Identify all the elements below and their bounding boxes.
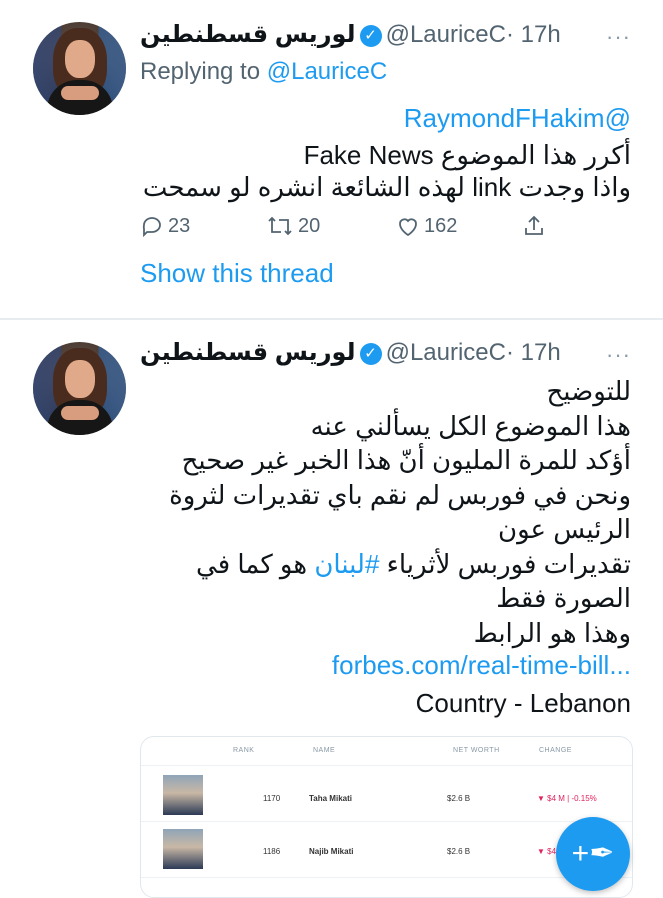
name-cell: Taha Mikati <box>309 794 352 803</box>
reply-button[interactable]: 23 <box>140 214 190 238</box>
col-header-change: CHANGE <box>539 747 572 754</box>
rank-cell: 1170 <box>263 794 281 803</box>
retweet-count: 20 <box>298 214 321 237</box>
person-photo <box>163 829 203 869</box>
verified-badge-icon: ✓ <box>359 343 382 365</box>
hashtag-link[interactable]: #لبنان <box>314 549 379 579</box>
reply-icon <box>142 217 161 238</box>
replying-label: Replying to <box>140 58 261 85</box>
tweet-text: أكرر هذا الموضوع Fake News واذا وجدت lin… <box>143 139 631 203</box>
replying-to: Replying to @LauriceC <box>140 58 387 86</box>
more-options-icon[interactable]: ··· <box>606 342 631 368</box>
tweet-line: أكرر هذا الموضوع Fake News <box>303 140 631 170</box>
tweet-header: لوريس قسطنطين ✓ @LauriceC· 17h <box>140 338 647 372</box>
country-line: Country - Lebanon <box>415 688 631 718</box>
col-header-name: NAME <box>313 747 336 754</box>
show-thread-link[interactable]: Show this thread <box>140 258 334 289</box>
row-divider <box>141 821 632 822</box>
author-handle[interactable]: @LauriceC <box>386 21 506 48</box>
avatar[interactable] <box>33 342 126 435</box>
change-cell: ▼ $4 M | -0.15% <box>537 794 597 803</box>
tweet-time[interactable]: · 17h <box>506 339 561 366</box>
tweet-line: للتوضيح <box>546 376 631 406</box>
tweet-line: ونحن في فوربس لم نقم باي تقديرات لثروة <box>169 479 631 510</box>
like-button[interactable]: 162 <box>396 214 457 238</box>
tweet-line: وهذا هو الرابط <box>473 617 631 648</box>
author-name[interactable]: لوريس قسطنطين <box>140 339 356 366</box>
tweet-line-part: هو كما في <box>196 548 308 579</box>
tweet-time[interactable]: · 17h <box>506 21 561 48</box>
tweet-line: أؤكد للمرة المليون أنّ هذا الخبر غير صحي… <box>181 445 631 475</box>
col-header-net-worth: NET WORTH <box>453 747 500 754</box>
avatar[interactable] <box>33 22 126 115</box>
tweet-line: واذا وجدت link لهذه الشائعة انشره لو سمح… <box>142 172 631 202</box>
share-button[interactable] <box>522 214 546 238</box>
url-line: forbes.com/real-time-bill... <box>332 649 631 681</box>
like-count: 162 <box>424 214 458 237</box>
row-divider <box>141 765 632 766</box>
tweet-line-part: تقديرات فوربس لأثرياء <box>386 548 631 579</box>
image-card[interactable]: RANK NAME NET WORTH CHANGE 1170 Taha Mik… <box>140 736 633 898</box>
name-cell: Najib Mikati <box>309 847 354 856</box>
more-options-icon[interactable]: ··· <box>606 24 631 50</box>
compose-icon: +✒ <box>571 837 615 870</box>
forbes-link[interactable]: forbes.com/real-time-bill... <box>332 650 631 680</box>
row-divider <box>141 877 632 878</box>
mention-link[interactable]: @RaymondFHakim <box>404 103 631 133</box>
col-header-rank: RANK <box>233 747 255 754</box>
worth-cell: $2.6 B <box>447 847 471 856</box>
tweet-mention: @RaymondFHakim <box>404 102 631 134</box>
retweet-button[interactable]: 20 <box>266 214 320 238</box>
tweet-line: الرئيس عون <box>498 514 631 544</box>
share-icon <box>525 215 543 235</box>
retweet-icon <box>268 216 292 236</box>
tweet[interactable]: لوريس قسطنطين ✓ @LauriceC· 17h ··· للتوضيح… <box>0 320 663 898</box>
tweet-header: لوريس قسطنطين ✓ @LauriceC· 17h <box>140 20 647 54</box>
tweet[interactable]: لوريس قسطنطين ✓ @LauriceC· 17h ··· Replyin… <box>0 0 663 318</box>
heart-icon <box>399 218 417 237</box>
author-handle[interactable]: @LauriceC <box>386 339 506 366</box>
compose-tweet-button[interactable]: +✒ <box>556 817 630 891</box>
reply-count: 23 <box>168 214 191 237</box>
replying-handle[interactable]: @LauriceC <box>267 58 387 85</box>
tweet-line: الصورة فقط <box>496 583 631 613</box>
rank-cell: 1186 <box>263 847 281 856</box>
tweet-line: هذا الموضوع الكل يسألني عنه <box>310 410 631 441</box>
verified-badge-icon: ✓ <box>359 25 382 47</box>
tweet-text: للتوضيح هذا الموضوع الكل يسألني عنه أؤكد… <box>169 374 631 650</box>
tweet-line: تقديرات فوربس لأثرياء #لبنان هو كما في <box>169 547 631 582</box>
worth-cell: $2.6 B <box>447 794 471 803</box>
author-name[interactable]: لوريس قسطنطين <box>140 21 356 48</box>
change-cell: ▼ $4 <box>537 847 557 856</box>
person-photo <box>163 775 203 815</box>
